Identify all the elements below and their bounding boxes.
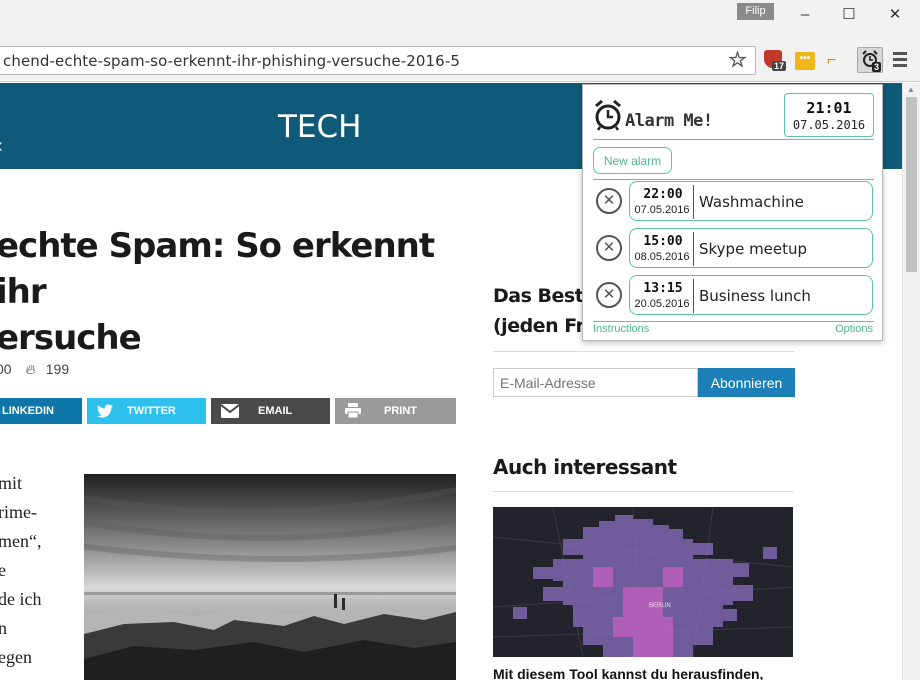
share-linkedin-label: LINKEDIN xyxy=(2,405,54,417)
alarm-count-badge: 3 xyxy=(872,62,882,72)
headline-line: echte Spam: So erkennt ihr xyxy=(0,226,435,312)
divider xyxy=(493,351,794,352)
scroll-up-arrow-icon[interactable]: ▲ xyxy=(907,85,915,94)
related-article-image[interactable]: BERLIN xyxy=(493,507,793,657)
body-line: mit xyxy=(0,473,23,493)
separator xyxy=(693,185,694,219)
body-line: de ich xyxy=(0,589,42,609)
hammer-extension-icon[interactable]: ⌐ xyxy=(827,52,849,74)
ublock-extension-icon[interactable]: 17 xyxy=(764,50,787,72)
alarm-entry[interactable]: 22:00 07.05.2016 Washmachine xyxy=(629,181,873,221)
alarm-label: Business lunch xyxy=(699,287,811,305)
twitter-bird-icon xyxy=(97,398,113,426)
alarm-time: 13:15 xyxy=(643,281,683,296)
map-label: BERLIN xyxy=(649,603,671,609)
divider xyxy=(593,139,874,140)
share-print-button[interactable]: PRINT xyxy=(335,398,456,424)
article-meta: 00 🔥︎ 199 xyxy=(0,361,79,378)
url-text: chend-echte-spam-so-erkennt-ihr-phishing… xyxy=(3,52,460,70)
delete-alarm-button[interactable]: ✕ xyxy=(596,282,622,308)
share-linkedin-button[interactable]: LINKEDIN xyxy=(0,398,82,424)
body-line: egen xyxy=(0,647,32,667)
flame-icon: 🔥︎ xyxy=(25,361,36,377)
minimize-button[interactable]: – xyxy=(790,4,820,26)
share-twitter-label: TWITTER xyxy=(127,405,176,417)
separator xyxy=(693,279,694,313)
article-headline: echte Spam: So erkennt ihr ersuche xyxy=(0,223,436,361)
yellow-extension-icon[interactable]: ••• xyxy=(795,52,815,70)
delete-alarm-button[interactable]: ✕ xyxy=(596,188,622,214)
printer-icon xyxy=(345,398,361,426)
alarm-item: ✕ 22:00 07.05.2016 Washmachine xyxy=(593,180,874,222)
shares-count: 199 xyxy=(45,361,70,377)
alarm-me-popup: Alarm Me! 21:01 07.05.2016 New alarm ✕ 2… xyxy=(582,84,883,341)
alarm-entry[interactable]: 13:15 20.05.2016 Business lunch xyxy=(629,275,873,315)
bookmark-star-icon[interactable]: ★ xyxy=(728,49,746,72)
article-body-text: mit rime- men“, e de ich n egen xyxy=(0,469,68,672)
views-count: 00 xyxy=(0,361,12,377)
envelope-icon xyxy=(220,398,240,426)
alarm-extension-button[interactable]: 3 xyxy=(857,47,883,73)
alarm-entry[interactable]: 15:00 08.05.2016 Skype meetup xyxy=(629,228,873,268)
divider xyxy=(493,491,794,492)
page-scrollbar[interactable]: ▲ xyxy=(902,83,920,680)
alarm-clock-logo-icon xyxy=(593,99,623,136)
share-print-label: PRINT xyxy=(384,405,417,417)
alarm-item: ✕ 13:15 20.05.2016 Business lunch xyxy=(593,274,874,316)
current-time-display: 21:01 07.05.2016 xyxy=(784,93,874,137)
share-email-button[interactable]: EMAIL xyxy=(211,398,330,424)
options-link[interactable]: Options xyxy=(835,323,873,335)
section-title[interactable]: TECH xyxy=(278,109,361,145)
browser-menu-icon[interactable] xyxy=(893,52,907,70)
alarm-date: 20.05.2016 xyxy=(634,298,690,310)
related-article-caption[interactable]: Mit diesem Tool kannst du herausfinden, xyxy=(493,666,763,680)
browser-toolbar: chend-echte-spam-so-erkennt-ihr-phishing… xyxy=(0,40,920,82)
divider xyxy=(593,321,874,322)
alarm-item: ✕ 15:00 08.05.2016 Skype meetup xyxy=(593,227,874,269)
scroll-thumb[interactable] xyxy=(906,97,917,272)
alarm-time: 15:00 xyxy=(643,234,683,249)
body-line: e xyxy=(0,560,6,580)
browser-window: Filip – ☐ ✕ chend-echte-spam-so-erkennt-… xyxy=(0,0,920,680)
headline-line: ersuche xyxy=(0,318,142,358)
profile-badge[interactable]: Filip xyxy=(737,3,774,20)
close-window-button[interactable]: ✕ xyxy=(880,4,910,26)
alarm-time: 22:00 xyxy=(643,187,683,202)
subscribe-button[interactable]: Abonnieren xyxy=(698,368,795,397)
alarm-date: 07.05.2016 xyxy=(634,204,690,216)
body-line: rime- xyxy=(0,502,37,522)
address-bar[interactable]: chend-echte-spam-so-erkennt-ihr-phishing… xyxy=(0,46,756,75)
instructions-link[interactable]: Instructions xyxy=(593,323,649,335)
share-email-label: EMAIL xyxy=(258,405,293,417)
separator xyxy=(693,232,694,266)
delete-alarm-button[interactable]: ✕ xyxy=(596,235,622,261)
alarm-label: Skype meetup xyxy=(699,240,808,258)
title-bar: Filip – ☐ ✕ xyxy=(0,0,920,40)
ublock-count-badge: 17 xyxy=(772,61,787,71)
new-alarm-button[interactable]: New alarm xyxy=(593,147,672,174)
popup-title: Alarm Me! xyxy=(625,111,713,131)
alarm-label: Washmachine xyxy=(699,193,804,211)
body-line: n xyxy=(0,618,7,638)
chevron-icon[interactable]: ‹ xyxy=(0,135,3,158)
related-heading: Auch interessant xyxy=(493,455,677,479)
maximize-button[interactable]: ☐ xyxy=(834,4,864,26)
body-line: men“, xyxy=(0,531,42,551)
article-photo xyxy=(84,474,456,680)
current-time: 21:01 xyxy=(806,99,852,117)
share-twitter-button[interactable]: TWITTER xyxy=(87,398,206,424)
newsletter-email-input[interactable] xyxy=(493,368,698,397)
alarm-date: 08.05.2016 xyxy=(634,251,690,263)
current-date: 07.05.2016 xyxy=(792,118,866,132)
